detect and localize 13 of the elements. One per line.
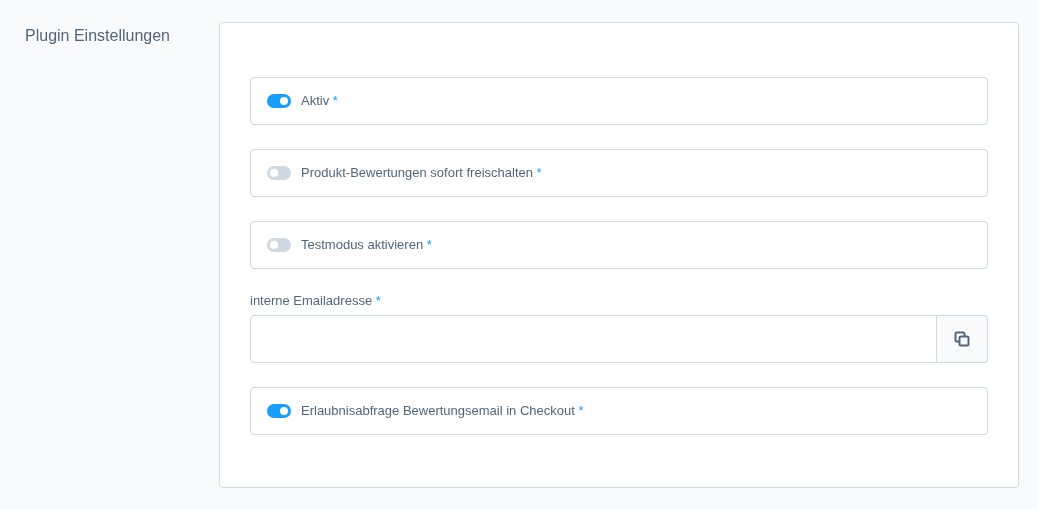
copy-button[interactable] bbox=[937, 315, 988, 363]
section-title: Plugin Einstellungen bbox=[25, 27, 170, 44]
copy-icon bbox=[954, 331, 970, 347]
toggle-switch[interactable] bbox=[267, 238, 291, 252]
toggle-switch[interactable] bbox=[267, 166, 291, 180]
toggle-switch[interactable] bbox=[267, 94, 291, 108]
email-input-field[interactable] bbox=[250, 315, 937, 363]
toggle-label: Testmodus aktivieren * bbox=[301, 236, 432, 255]
toggle-label: Erlaubnisabfrage Bewertungsemail in Checkout * bbox=[301, 402, 584, 421]
field-label: interne Emailadresse * bbox=[250, 293, 382, 309]
toggle-switch[interactable] bbox=[267, 404, 291, 418]
toggle-label: Aktiv * bbox=[301, 92, 338, 111]
toggle-label: Produkt-Bewertungen sofort freischalten * bbox=[301, 164, 542, 183]
